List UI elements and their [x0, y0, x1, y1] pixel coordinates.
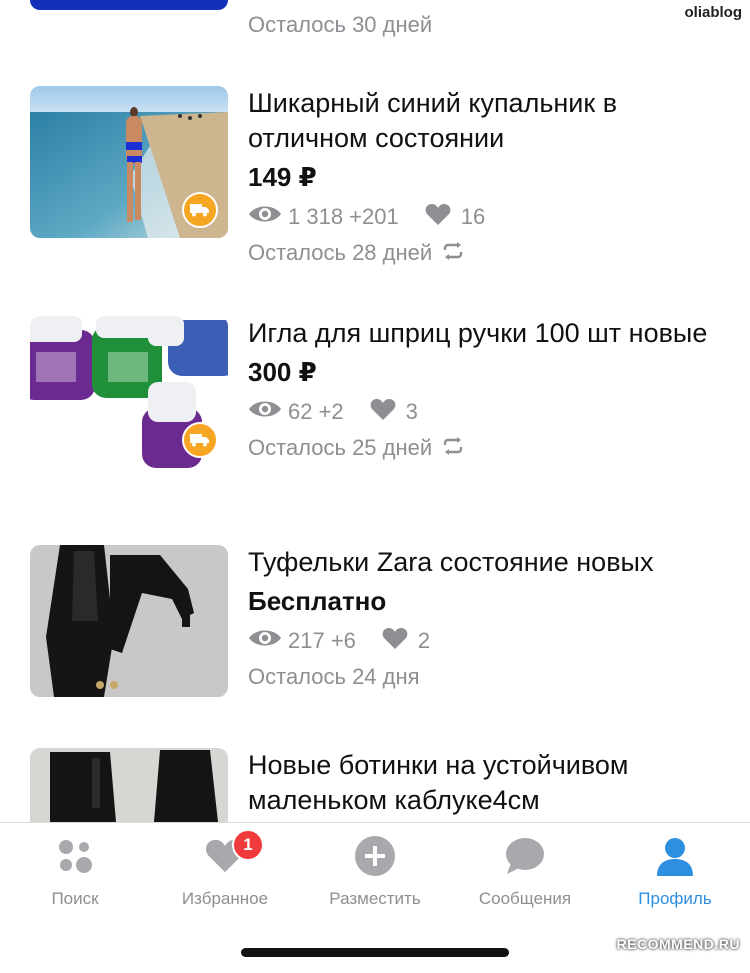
listing-thumbnail [30, 0, 228, 10]
heart-icon: 1 [150, 829, 300, 877]
likes-count: 16 [460, 204, 486, 229]
repeat-icon [442, 240, 464, 266]
remaining-days: Осталось 25 дней [248, 435, 433, 460]
site-watermark: RECOMMEND.RU [616, 936, 740, 952]
truck-icon [182, 192, 218, 228]
eye-icon [248, 627, 282, 655]
eye-icon [248, 203, 282, 231]
listing-thumbnail [30, 545, 228, 697]
listing-title: Новые ботинки на устойчивом маленьком ка… [248, 750, 629, 815]
heart-icon [382, 627, 408, 656]
tab-search[interactable]: Поиск [0, 835, 150, 909]
tab-profile[interactable]: Профиль [600, 835, 750, 909]
views-count: 217 +6 [288, 628, 356, 653]
repeat-icon [442, 435, 464, 461]
tab-post[interactable]: Разместить [300, 835, 450, 909]
listing-item[interactable]: Новые ботинки на устойчивом маленьком ка… [0, 748, 750, 822]
remaining-days: Осталось 28 дней [248, 240, 433, 265]
person-icon [600, 835, 750, 877]
tab-favorites[interactable]: 1 Избранное [150, 829, 300, 909]
tab-messages[interactable]: Сообщения [450, 835, 600, 909]
listing-title: Игла для шприц ручки 100 шт новые [248, 318, 708, 348]
home-indicator[interactable] [241, 948, 509, 957]
remaining-days: Осталось 24 дня [248, 664, 420, 689]
tab-label: Сообщения [478, 889, 572, 908]
tab-label: Избранное [181, 889, 269, 908]
listing-thumbnail [30, 86, 228, 238]
listing-price: 300 ₽ [248, 357, 317, 387]
heart-icon [425, 203, 451, 232]
listing-title: Туфельки Zara состояние новых [248, 547, 654, 577]
listing-item[interactable]: Шикарный синий купальник в отличном сост… [0, 86, 750, 286]
tab-label: Поиск [51, 889, 99, 908]
eye-icon [248, 398, 282, 426]
listing-thumbnail [30, 748, 228, 822]
listing-previous[interactable]: Осталось 30 дней [0, 0, 750, 60]
search-dots-icon [0, 835, 150, 877]
plus-circle-icon [300, 835, 450, 877]
views-count: 62 +2 [288, 399, 344, 424]
likes-count: 3 [405, 399, 418, 424]
tab-label: Профиль [638, 889, 712, 908]
tab-label: Разместить [329, 889, 421, 908]
listing-title: Шикарный синий купальник в отличном сост… [248, 88, 618, 153]
remaining-days: Осталось 30 дней [248, 12, 433, 37]
views-count: 1 318 +201 [288, 204, 399, 229]
likes-count: 2 [417, 628, 431, 653]
listing-item[interactable]: Туфельки Zara состояние новых Бесплатно … [0, 545, 750, 705]
truck-icon [182, 422, 218, 458]
notification-badge: 1 [232, 829, 264, 861]
chat-bubble-icon [450, 835, 600, 877]
listing-thumbnail [30, 316, 228, 468]
listing-price: Бесплатно [248, 586, 387, 616]
listing-item[interactable]: Игла для шприц ручки 100 шт новые 300 ₽ … [0, 316, 750, 516]
listing-price: 149 ₽ [248, 162, 317, 192]
heart-icon [370, 398, 396, 427]
